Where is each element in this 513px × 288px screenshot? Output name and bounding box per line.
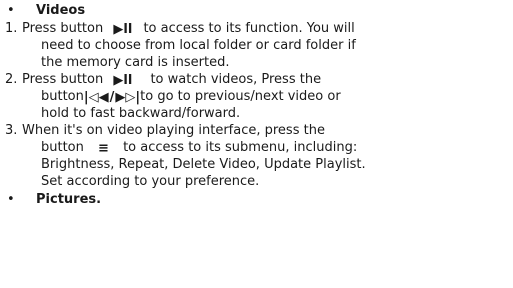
play-pause-icon: ▶ll <box>113 22 133 37</box>
step3-text-line1: When it's on video playing interface, pr… <box>22 123 325 138</box>
slash-separator: / <box>109 90 115 105</box>
next-icon: ▶▷| <box>115 90 141 105</box>
play-pause-icon: ▶ll <box>113 73 133 88</box>
step1-text-line3: the memory card is inserted. <box>41 55 230 70</box>
manual-page: • Videos 1. Press button ▶ll to access t… <box>0 0 513 288</box>
bullet: • <box>7 3 15 18</box>
step3-text-a: button <box>41 140 84 155</box>
step2-text-a: Press button <box>22 72 104 87</box>
step3-number: 3. <box>5 123 18 138</box>
videos-heading: Videos <box>36 3 86 18</box>
previous-icon: |◁◀ <box>83 90 109 105</box>
step1-text-a: Press button <box>22 21 104 36</box>
step3-text-b: to access to its submenu, including: <box>123 140 358 155</box>
step2-number: 2. <box>5 72 18 87</box>
pictures-heading: Pictures. <box>36 192 102 207</box>
step1-text-line2: need to choose from local folder or card… <box>41 38 356 53</box>
menu-icon: ≡ <box>98 141 109 156</box>
step2-text-b: to watch videos, Press the <box>150 72 322 87</box>
step2-text-d: to go to previous/next video or <box>140 89 341 104</box>
step3-text-line3: Brightness, Repeat, Delete Video, Update… <box>41 157 366 172</box>
step2-text-line3: hold to fast backward/forward. <box>41 106 241 121</box>
step3-text-line4: Set according to your preference. <box>41 174 260 189</box>
step2-text-c: button <box>41 89 84 104</box>
bullet: • <box>7 192 15 207</box>
step1-number: 1. <box>5 21 18 36</box>
step1-text-b: to access to its function. You will <box>143 21 355 36</box>
